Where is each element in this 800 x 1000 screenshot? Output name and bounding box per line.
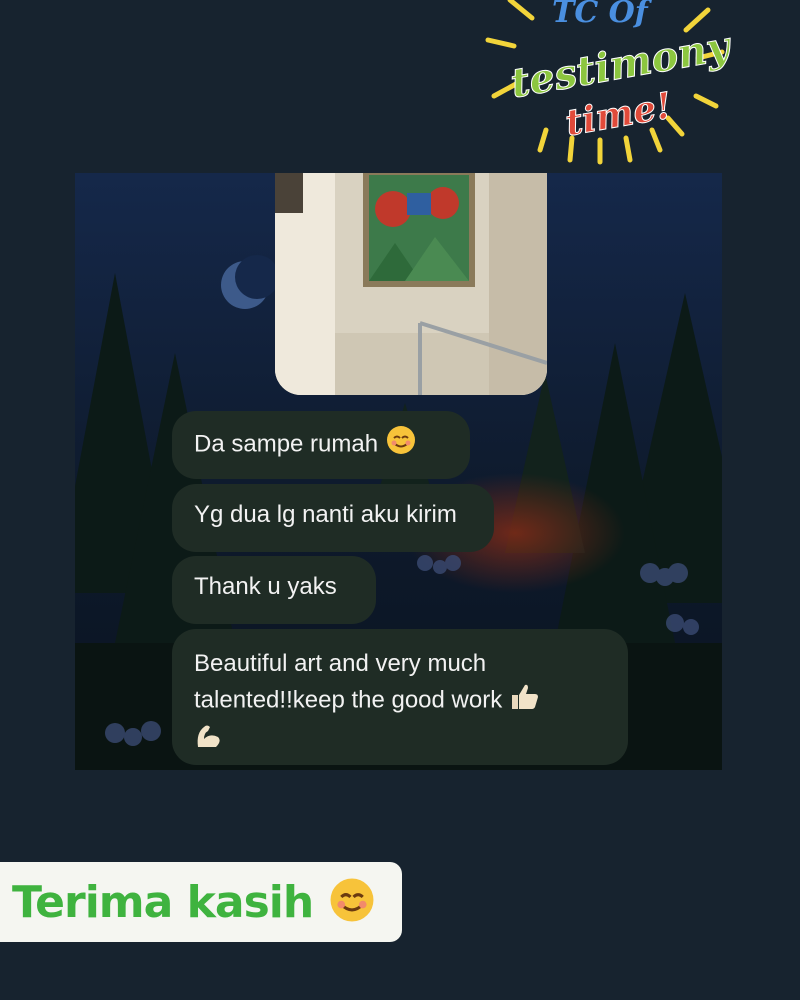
smiling-face-icon (386, 425, 416, 465)
thanks-label: Terima kasih (0, 862, 402, 942)
message-text: Yg dua lg nanti aku kirim (194, 501, 457, 528)
message-text: Da sampe rumah (194, 430, 379, 458)
chat-message: Beautiful art and very much talented!!ke… (172, 629, 628, 765)
smiling-face-icon (329, 877, 375, 928)
chat-message: Thank u yaks (172, 556, 376, 624)
thanks-text: Terima kasih (12, 876, 314, 928)
shared-photo-staircase[interactable] (275, 173, 547, 395)
chat-message: Da sampe rumah (172, 411, 470, 479)
thumbs-up-icon (508, 681, 540, 721)
story-canvas: TC Of testimony time! Da sampe rumah Yg … (0, 0, 800, 1000)
message-text: Thank u yaks (194, 573, 337, 600)
message-text: Beautiful art and very much talented!!ke… (194, 650, 503, 714)
flexed-biceps-icon (194, 719, 606, 759)
testimony-time-sticker: TC Of testimony time! (470, 0, 740, 170)
chat-screenshot: Da sampe rumah Yg dua lg nanti aku kirim… (75, 173, 722, 770)
sticker-line1: TC Of (552, 0, 653, 30)
chat-message: Yg dua lg nanti aku kirim (172, 484, 494, 552)
